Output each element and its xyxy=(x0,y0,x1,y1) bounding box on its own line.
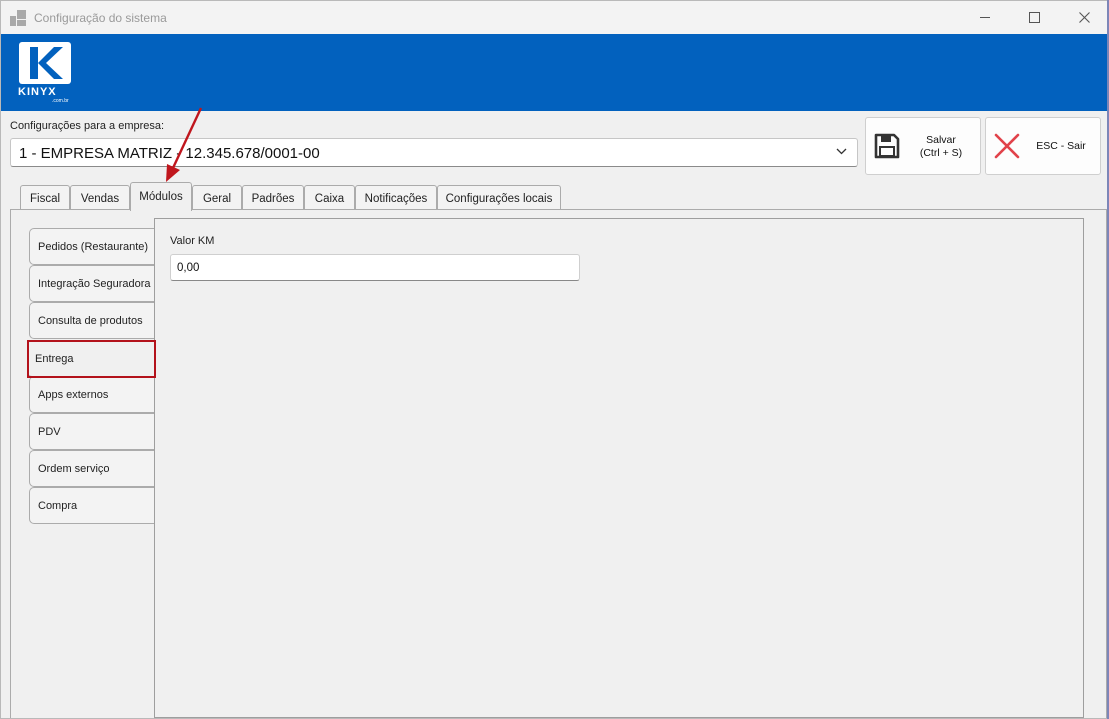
close-button[interactable] xyxy=(1061,1,1107,34)
company-label: Configurações para a empresa: xyxy=(10,120,165,132)
tab-modulos[interactable]: Módulos xyxy=(130,182,192,211)
config-window: Configuração do sistema KINYX .com.br Co… xyxy=(0,0,1109,719)
company-select[interactable]: 1 - EMPRESA MATRIZ - 12.345.678/0001-00 xyxy=(10,138,858,167)
module-settings-panel xyxy=(154,218,1084,718)
save-shortcut: (Ctrl + S) xyxy=(919,147,963,159)
exit-label: ESC - Sair xyxy=(1036,140,1086,152)
maximize-button[interactable] xyxy=(1011,1,1057,34)
window-title: Configuração do sistema xyxy=(34,11,167,25)
module-tab-entrega[interactable]: Entrega xyxy=(27,340,155,377)
tab-notificacoes[interactable]: Notificações xyxy=(355,185,437,211)
tab-configuracoes-locais[interactable]: Configurações locais xyxy=(437,185,561,211)
module-tab-consulta-produtos[interactable]: Consulta de produtos xyxy=(29,302,155,339)
maximize-icon xyxy=(1028,12,1040,23)
app-icon xyxy=(10,10,26,26)
floppy-disk-icon xyxy=(874,133,900,159)
tab-vendas[interactable]: Vendas xyxy=(70,185,130,211)
tab-fiscal[interactable]: Fiscal xyxy=(20,185,70,211)
close-x-icon xyxy=(994,133,1020,159)
save-button[interactable]: Salvar (Ctrl + S) xyxy=(865,117,981,175)
title-bar: Configuração do sistema xyxy=(1,1,1108,34)
tab-caixa[interactable]: Caixa xyxy=(304,185,355,211)
logo-k-icon xyxy=(19,42,71,84)
module-tab-pedidos-restaurante[interactable]: Pedidos (Restaurante) xyxy=(29,228,155,265)
logo-text: KINYX xyxy=(18,86,57,98)
close-icon xyxy=(1078,12,1090,23)
tab-padroes[interactable]: Padrões xyxy=(242,185,304,211)
module-tab-pdv[interactable]: PDV xyxy=(29,413,155,450)
valor-km-input[interactable] xyxy=(170,254,580,281)
exit-button[interactable]: ESC - Sair xyxy=(985,117,1101,175)
valor-km-label: Valor KM xyxy=(170,235,215,247)
brand-banner: KINYX .com.br xyxy=(1,34,1108,111)
minimize-button[interactable] xyxy=(962,1,1008,34)
module-tab-compra[interactable]: Compra xyxy=(29,487,155,524)
kinyx-logo: KINYX .com.br xyxy=(18,42,74,104)
module-tab-integracao-seguradora[interactable]: Integração Seguradora xyxy=(29,265,155,302)
module-tab-ordem-servico[interactable]: Ordem serviço xyxy=(29,450,155,487)
save-label: Salvar xyxy=(926,134,956,146)
logo-subtext: .com.br xyxy=(52,98,69,104)
minimize-icon xyxy=(980,17,990,18)
company-selected-value: 1 - EMPRESA MATRIZ - 12.345.678/0001-00 xyxy=(19,145,320,162)
chevron-down-icon xyxy=(836,148,847,155)
tab-geral[interactable]: Geral xyxy=(192,185,242,211)
main-tabs: Fiscal Vendas Módulos Geral Padrões Caix… xyxy=(1,182,1108,211)
module-tab-apps-externos[interactable]: Apps externos xyxy=(29,376,155,413)
